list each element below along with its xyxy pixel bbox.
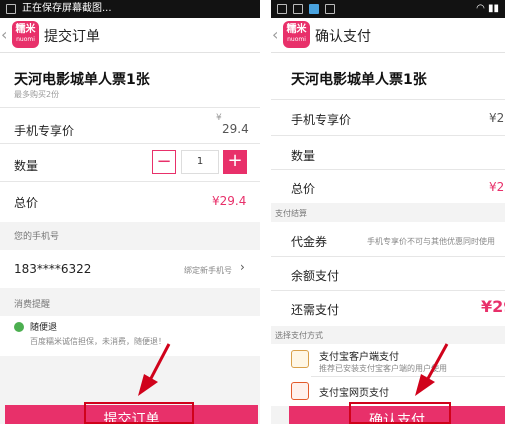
notification-icon [309,4,319,14]
phone-number: 183****6322 [14,262,92,276]
purchase-limit: 最多购买2份 [14,90,60,99]
product-name: 天河电影城单人票1张 [291,72,427,88]
notification-icon [293,4,303,14]
alipay-web-label[interactable]: 支付宝网页支付 [319,384,389,399]
screenshot-icon [6,4,16,14]
page-title: 提交订单 [44,29,100,45]
voucher-note: 手机专享价不可与其他优惠同时使用 [367,237,495,246]
nuomi-logo: 糯米 nuomi [12,21,39,48]
annotation-arrow-icon [415,343,449,396]
guarantee-row: 随便退 百度糯米诚信担保，未消费，随便退！ [0,316,260,356]
chevron-right-icon: › [240,260,245,274]
notification-icon [277,4,287,14]
method-section-title: 选择支付方式 [275,331,323,340]
price-value: ¥2 [489,111,505,125]
alipay-client-icon [291,350,309,368]
alipay-client-label[interactable]: 支付宝客户端支付 [319,348,399,363]
price-label: 手机专享价 [291,113,352,127]
voucher-label: 代金券 [291,235,328,249]
qty-plus-button[interactable]: + [223,150,247,174]
settle-section-title: 支付结算 [275,209,307,218]
notification-icon [325,4,335,14]
qty-label: 数量 [14,159,39,173]
status-bar: 正在保存屏幕截图... [0,0,260,18]
price-value: 29.4 [222,122,249,136]
alipay-web-icon [291,382,309,400]
payment-methods: 支付宝客户端支付 推荐已安装支付宝客户端的用户使用 支付宝网页支付 [271,344,505,406]
page-title: 确认支付 [315,29,371,45]
order-card: 天河电影城单人票1张 最多购买2份 手机专享价 ¥ 29.4 数量 − 1 + … [0,53,260,222]
phone-row[interactable]: 183****6322 绑定新手机号 › [0,250,260,288]
qty-label: 数量 [291,149,316,163]
screen-divider [260,0,271,424]
total-label: 总价 [14,196,39,210]
divider [0,107,260,108]
divider [271,169,505,170]
phone-section-title: 您的手机号 [14,232,60,242]
total-value: ¥2 [489,180,505,194]
qty-input[interactable]: 1 [181,150,219,174]
price-currency: ¥ [216,113,222,123]
wifi-signal-icon: ◠ ▮▮ [476,3,499,14]
header: ‹ 糯米 nuomi 确认支付 [271,18,505,53]
annotation-arrow-icon [138,343,171,396]
divider [311,376,505,377]
guarantee-title: 随便退 [30,323,58,333]
need-pay-label: 还需支付 [291,303,340,317]
settlement-card: 代金券 手机专享价不可与其他优惠同时使用 余额支付 还需支付 ¥29 [271,222,505,326]
price-label: 手机专享价 [14,124,75,138]
nuomi-logo: 糯米 nuomi [283,21,310,48]
status-text: 正在保存屏幕截图... [22,3,112,14]
back-chevron-icon[interactable]: ‹ [1,25,7,44]
divider [271,135,505,136]
submit-order-screen: 正在保存屏幕截图... ‹ 糯米 nuomi 提交订单 天河电影城单人票1张 最… [0,0,260,424]
divider [271,99,505,100]
back-chevron-icon[interactable]: ‹ [272,25,278,44]
total-value: ¥29.4 [212,194,247,208]
header: ‹ 糯米 nuomi 提交订单 [0,18,260,53]
status-bar: ◠ ▮▮ [271,0,505,18]
total-label: 总价 [291,182,316,196]
confirm-payment-screen: ◠ ▮▮ ‹ 糯米 nuomi 确认支付 天河电影城单人票1张 手机专享价 ¥2… [271,0,505,424]
product-name: 天河电影城单人票1张 [14,72,150,88]
divider [271,256,505,257]
highlight-box [349,402,451,424]
highlight-box [84,402,194,424]
bind-phone-link[interactable]: 绑定新手机号 [184,265,232,276]
divider [0,143,260,144]
divider [0,181,260,182]
need-pay-value: ¥29 [481,297,505,316]
reminder-section-title: 消费提醒 [14,300,51,310]
order-summary: 天河电影城单人票1张 手机专享价 ¥2 数量 总价 ¥2 [271,53,505,203]
divider [271,290,505,291]
balance-pay-label[interactable]: 余额支付 [291,267,339,284]
shield-check-icon [14,322,24,332]
qty-minus-button[interactable]: − [152,150,176,174]
